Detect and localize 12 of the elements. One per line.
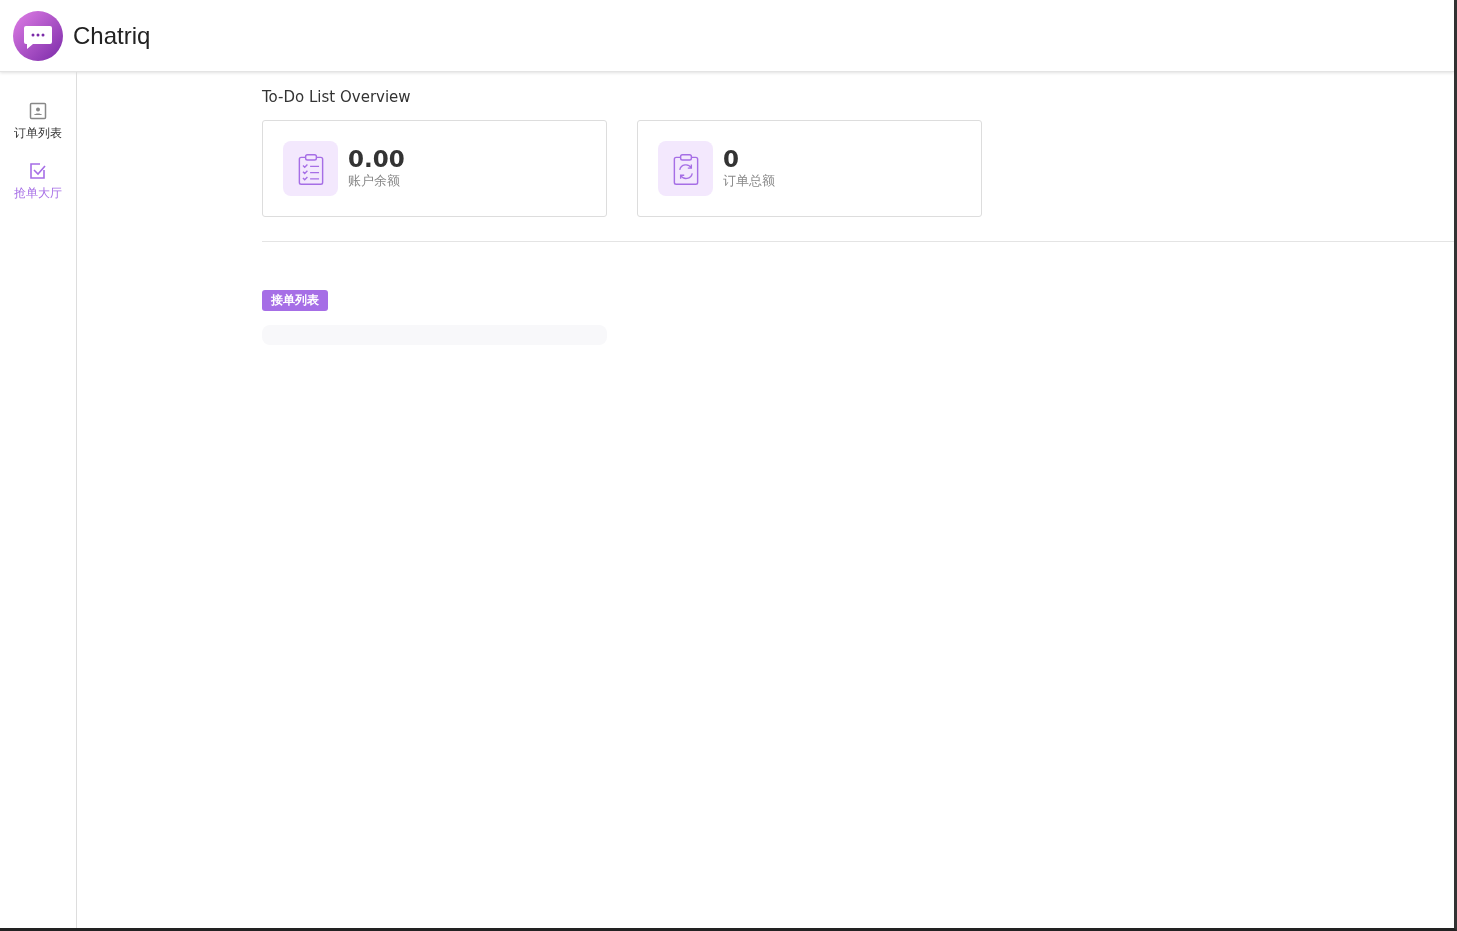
chat-bubble-logo	[13, 10, 63, 61]
section-title: To-Do List Overview	[262, 88, 412, 106]
stat-label: 订单总额	[723, 172, 775, 191]
sidebar-item[interactable]: 订单列表	[14, 102, 62, 142]
stat-value: 0.00	[348, 146, 405, 173]
sidebar-item[interactable]: 抢单大厅	[14, 162, 62, 202]
section-tag: 接单列表	[262, 290, 328, 311]
stat-value: 0	[723, 146, 740, 173]
stat-label: 账户余额	[348, 172, 401, 191]
checkbox-icon	[29, 162, 47, 180]
user-card-icon	[29, 102, 47, 120]
app-name: Chatriq	[73, 21, 151, 50]
